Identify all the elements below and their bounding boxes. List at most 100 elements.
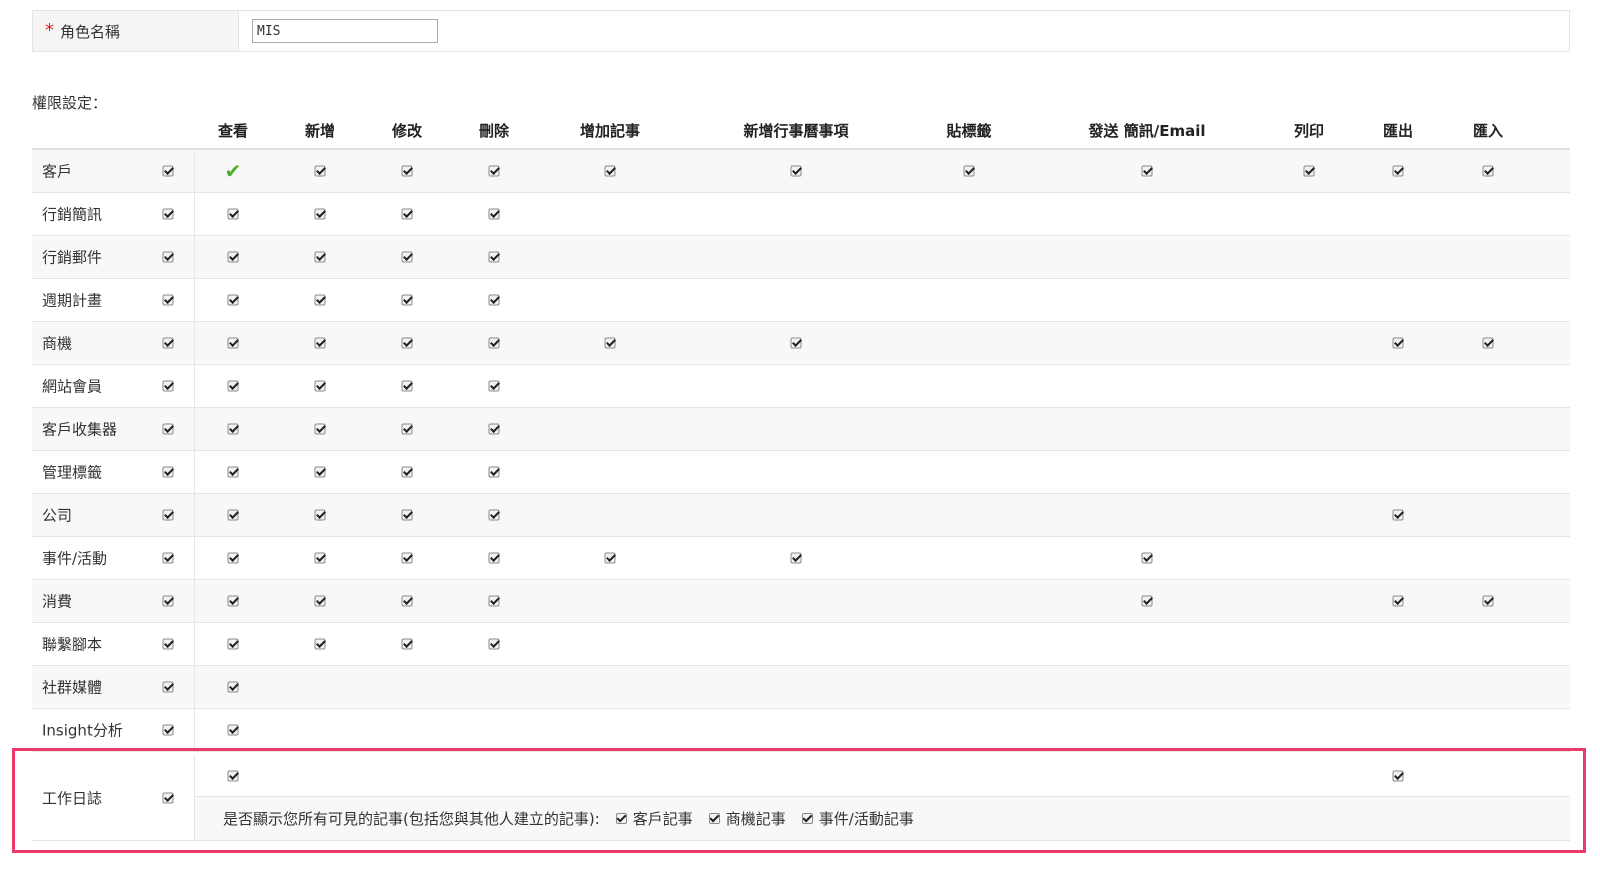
permission-checkbox[interactable]	[401, 423, 413, 435]
row-select-checkbox[interactable]	[162, 165, 174, 177]
column-header-2: 修改	[391, 122, 423, 140]
role-name-input[interactable]	[252, 19, 438, 43]
permission-checkbox[interactable]	[790, 337, 802, 349]
row-select-checkbox[interactable]	[162, 251, 174, 263]
permission-checkbox[interactable]	[488, 208, 500, 220]
permission-checkbox[interactable]	[314, 251, 326, 263]
permission-checkbox[interactable]	[227, 552, 239, 564]
permission-checkbox[interactable]	[314, 337, 326, 349]
permission-checkbox[interactable]	[401, 552, 413, 564]
permission-checkbox[interactable]	[1303, 165, 1315, 177]
permission-checkbox[interactable]	[488, 165, 500, 177]
permission-checkbox[interactable]	[401, 380, 413, 392]
row-select-checkbox[interactable]	[162, 595, 174, 607]
row-select-checkbox[interactable]	[162, 638, 174, 650]
row-select-checkbox[interactable]	[162, 294, 174, 306]
permissions-grid: 客戶 ✔ 行銷簡訊 行銷郵件 週期計畫 商機 網站會員 客戶收集器 管理標籤 公司 事件/活動 消費聯…	[32, 150, 1570, 752]
row-name-cell: 消費	[32, 580, 195, 622]
table-row: 社群媒體	[32, 666, 1570, 709]
permission-checkbox[interactable]	[488, 552, 500, 564]
permission-checkbox[interactable]	[1141, 595, 1153, 607]
column-header-7: 發送 簡訊/Email	[1088, 122, 1206, 140]
permission-checkbox[interactable]	[488, 595, 500, 607]
permission-checkbox[interactable]	[1392, 337, 1404, 349]
permission-checkbox[interactable]	[604, 165, 616, 177]
row-select-checkbox[interactable]	[162, 423, 174, 435]
role-name-label-cell: * 角色名稱	[33, 11, 239, 51]
permission-checkbox[interactable]	[314, 638, 326, 650]
permission-checkbox[interactable]	[1482, 595, 1494, 607]
green-check-icon[interactable]: ✔	[225, 161, 242, 181]
row-select-checkbox[interactable]	[162, 552, 174, 564]
permission-checkbox[interactable]	[314, 509, 326, 521]
row-name: Insight分析	[42, 721, 123, 740]
permission-checkbox[interactable]	[314, 466, 326, 478]
permission-checkbox[interactable]	[227, 380, 239, 392]
table-row: 事件/活動	[32, 537, 1570, 580]
permission-checkbox[interactable]	[401, 466, 413, 478]
permission-checkbox[interactable]	[227, 681, 239, 693]
permission-checkbox[interactable]	[1482, 165, 1494, 177]
permission-checkbox[interactable]	[1392, 509, 1404, 521]
row-select-checkbox[interactable]	[162, 337, 174, 349]
permission-checkbox[interactable]	[1141, 552, 1153, 564]
permission-checkbox[interactable]	[604, 337, 616, 349]
row-select-checkbox[interactable]	[162, 208, 174, 220]
permission-checkbox[interactable]	[401, 165, 413, 177]
permission-checkbox[interactable]	[227, 337, 239, 349]
row-select-checkbox[interactable]	[162, 380, 174, 392]
permission-checkbox[interactable]	[227, 595, 239, 607]
table-row: 商機	[32, 322, 1570, 365]
table-row: 行銷郵件	[32, 236, 1570, 279]
permission-checkbox[interactable]	[604, 552, 616, 564]
permission-checkbox[interactable]	[227, 208, 239, 220]
worklog-highlight-box	[12, 748, 1586, 853]
permission-checkbox[interactable]	[401, 208, 413, 220]
permission-checkbox[interactable]	[790, 552, 802, 564]
permission-checkbox[interactable]	[314, 595, 326, 607]
permission-checkbox[interactable]	[314, 165, 326, 177]
permission-checkbox[interactable]	[1392, 595, 1404, 607]
permission-checkbox[interactable]	[488, 251, 500, 263]
permission-checkbox[interactable]	[227, 466, 239, 478]
permission-checkbox[interactable]	[401, 294, 413, 306]
row-select-checkbox[interactable]	[162, 509, 174, 521]
permission-checkbox[interactable]	[401, 638, 413, 650]
permission-checkbox[interactable]	[401, 509, 413, 521]
permission-checkbox[interactable]	[488, 294, 500, 306]
row-name: 客戶收集器	[42, 420, 118, 439]
permission-checkbox[interactable]	[1482, 337, 1494, 349]
permission-checkbox[interactable]	[488, 466, 500, 478]
permission-checkbox[interactable]	[314, 552, 326, 564]
permission-checkbox[interactable]	[314, 208, 326, 220]
row-select-checkbox[interactable]	[162, 724, 174, 736]
permission-checkbox[interactable]	[314, 380, 326, 392]
permission-checkbox[interactable]	[488, 423, 500, 435]
permission-checkbox[interactable]	[314, 294, 326, 306]
column-header-1: 新增	[304, 122, 336, 140]
row-select-checkbox[interactable]	[162, 681, 174, 693]
permission-checkbox[interactable]	[227, 423, 239, 435]
permission-checkbox[interactable]	[227, 251, 239, 263]
permission-checkbox[interactable]	[227, 724, 239, 736]
row-name: 聯繫腳本	[42, 635, 103, 654]
row-select-checkbox[interactable]	[162, 466, 174, 478]
row-name: 社群媒體	[42, 678, 103, 697]
permission-checkbox[interactable]	[314, 423, 326, 435]
permission-checkbox[interactable]	[488, 380, 500, 392]
permission-checkbox[interactable]	[401, 251, 413, 263]
permission-checkbox[interactable]	[488, 509, 500, 521]
row-name-cell: 公司	[32, 494, 195, 536]
permission-checkbox[interactable]	[227, 294, 239, 306]
permission-checkbox[interactable]	[1141, 165, 1153, 177]
permission-checkbox[interactable]	[790, 165, 802, 177]
permission-checkbox[interactable]	[401, 595, 413, 607]
row-name-cell: 管理標籤	[32, 451, 195, 493]
permission-checkbox[interactable]	[488, 638, 500, 650]
permission-checkbox[interactable]	[401, 337, 413, 349]
permission-checkbox[interactable]	[963, 165, 975, 177]
permission-checkbox[interactable]	[227, 638, 239, 650]
permission-checkbox[interactable]	[1392, 165, 1404, 177]
permission-checkbox[interactable]	[227, 509, 239, 521]
permission-checkbox[interactable]	[488, 337, 500, 349]
